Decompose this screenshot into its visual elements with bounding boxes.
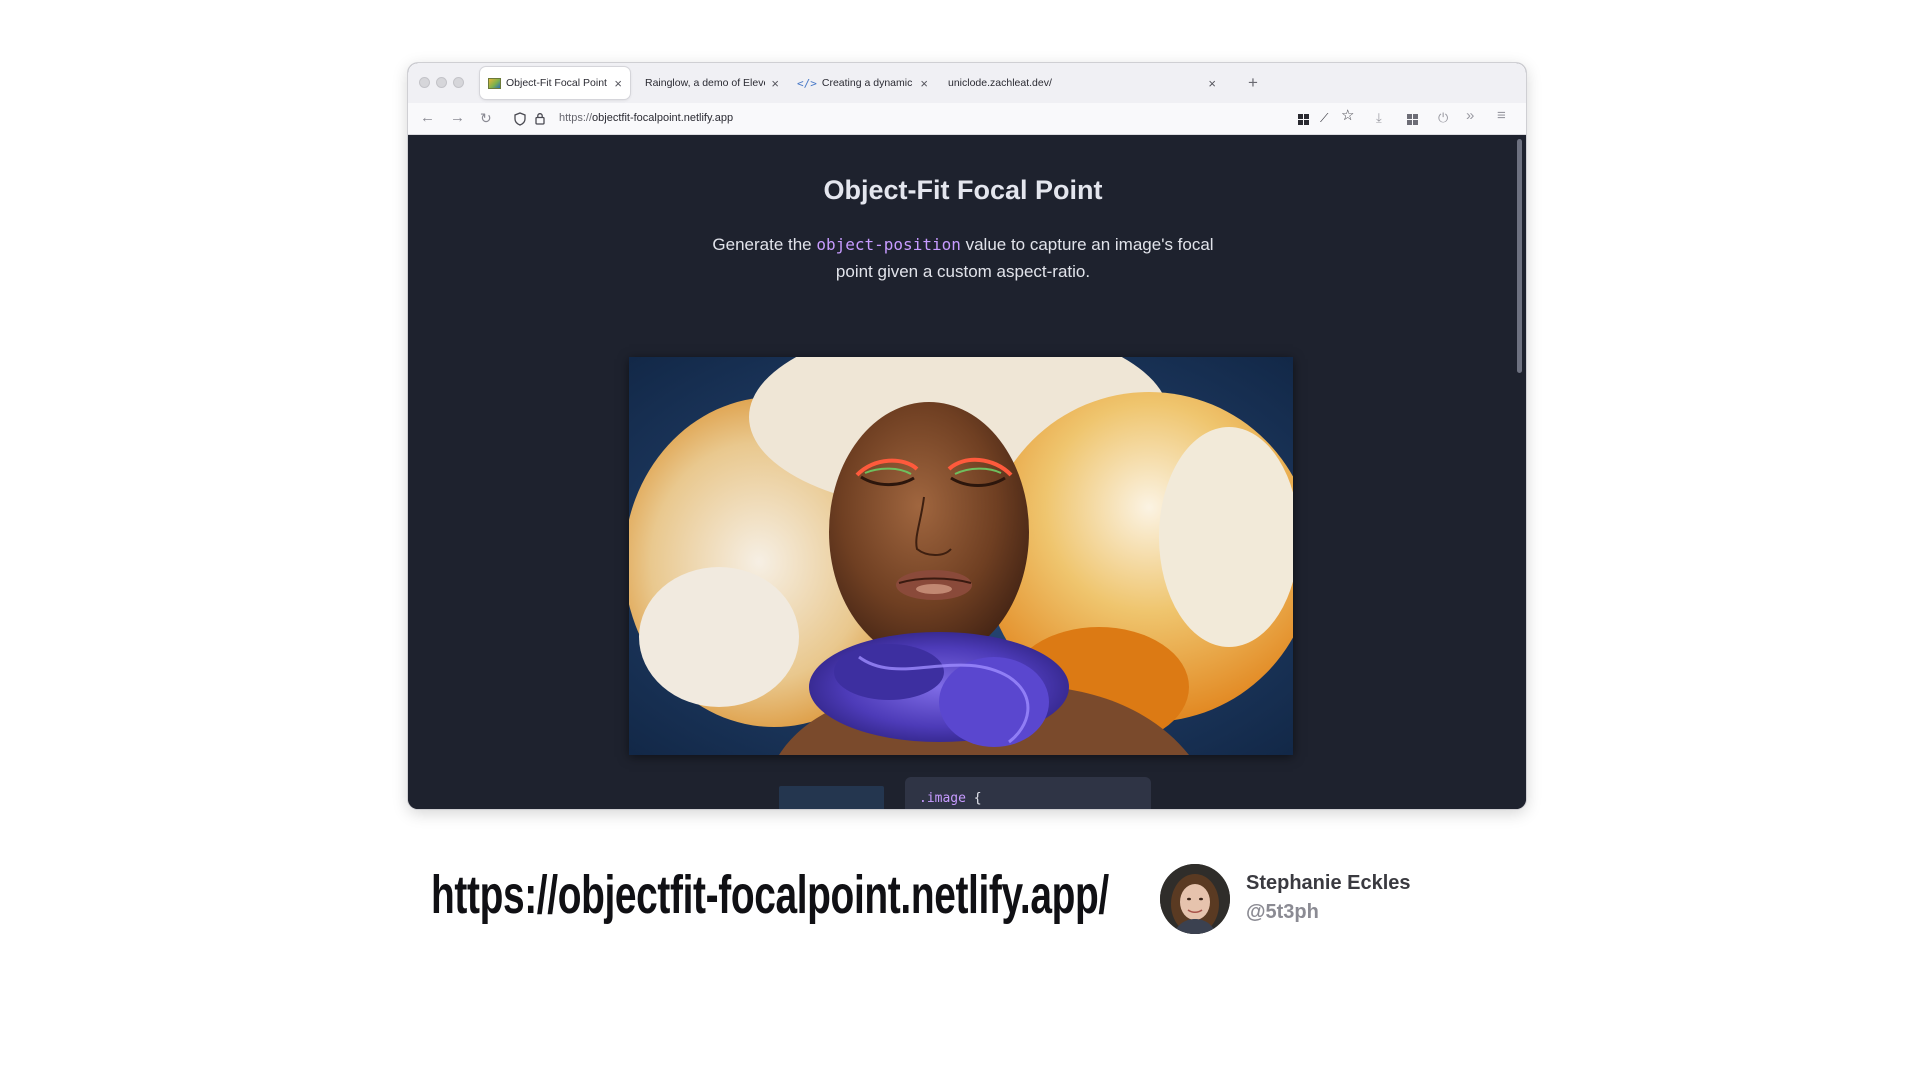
nav-toolbar: ← → ↻ https://objectfit-focalpoint.netli…: [408, 103, 1526, 135]
address-bar[interactable]: https://objectfit-focalpoint.netlify.app: [559, 112, 733, 124]
author-name: Stephanie Eckles: [1246, 872, 1411, 894]
new-tab-button[interactable]: +: [1248, 73, 1258, 93]
page-viewport: Object-Fit Focal Point Generate the obje…: [408, 135, 1526, 809]
power-icon[interactable]: ⏻: [1438, 110, 1448, 126]
extensions-grid-icon[interactable]: [1298, 114, 1309, 125]
tab-bar: Object-Fit Focal Point × Rainglow, a dem…: [408, 63, 1526, 103]
lock-icon[interactable]: [535, 112, 545, 125]
preview-thumbnail[interactable]: [779, 786, 884, 809]
author-photo: [1160, 864, 1230, 934]
author-handle: @5t3ph: [1246, 901, 1319, 923]
tab-object-fit-focal-point[interactable]: Object-Fit Focal Point ×: [480, 67, 630, 99]
zoom-window-button[interactable]: [453, 77, 464, 88]
reload-icon[interactable]: ↻: [480, 108, 492, 128]
tab-close-icon[interactable]: ×: [920, 76, 928, 91]
tab-close-icon[interactable]: ×: [771, 76, 779, 91]
css-selector: .image: [919, 791, 966, 806]
apps-grid-icon[interactable]: [1407, 114, 1418, 125]
css-output-card: .image {: [905, 777, 1151, 809]
tab-label: Object-Fit Focal Point: [506, 77, 607, 89]
menu-icon[interactable]: ≡: [1497, 108, 1506, 124]
tab-uniclode[interactable]: uniclode.zachleat.dev/ ×: [940, 67, 1224, 99]
slide-url-text: https://objectfit-focalpoint.netlify.app…: [431, 865, 1109, 925]
css-code-line: .image {: [919, 791, 982, 806]
url-host: objectfit-focalpoint.netlify.app: [592, 112, 734, 124]
minimize-window-button[interactable]: [436, 77, 447, 88]
subtitle-code: object-position: [816, 235, 961, 254]
shield-icon[interactable]: [514, 112, 526, 126]
download-icon[interactable]: ⤓: [1376, 110, 1382, 126]
tab-label: Creating a dynamic color conve: [821, 77, 915, 89]
subtitle-text-before: Generate the: [712, 235, 817, 254]
portrait-image[interactable]: [629, 357, 1293, 755]
close-window-button[interactable]: [419, 77, 430, 88]
tab-label: uniclode.zachleat.dev/: [948, 77, 1052, 89]
image-frame-icon: [488, 77, 501, 89]
tab-dynamic-color[interactable]: </> Creating a dynamic color conve ×: [789, 67, 936, 99]
page-scrollbar[interactable]: [1517, 139, 1522, 373]
eyedropper-icon[interactable]: ⟋: [1320, 110, 1328, 126]
tab-rainglow[interactable]: Rainglow, a demo of Eleventy Serve ×: [637, 67, 787, 99]
browser-window: Object-Fit Focal Point × Rainglow, a dem…: [408, 63, 1526, 809]
bookmark-star-icon[interactable]: ☆: [1341, 108, 1354, 124]
overflow-chevrons-icon[interactable]: »: [1466, 108, 1474, 124]
tab-close-icon[interactable]: ×: [614, 76, 622, 91]
tab-label: Rainglow, a demo of Eleventy Serve: [645, 77, 765, 89]
avatar: [1160, 864, 1230, 934]
page-subtitle: Generate the object-position value to ca…: [698, 231, 1228, 285]
back-icon[interactable]: ←: [420, 108, 435, 128]
code-icon: </>: [797, 76, 817, 90]
css-brace: {: [973, 791, 982, 806]
page-title: Object-Fit Focal Point: [823, 175, 1103, 205]
url-scheme: https://: [559, 112, 593, 124]
forward-icon[interactable]: →: [450, 108, 465, 128]
window-controls: [419, 77, 464, 88]
tab-close-icon[interactable]: ×: [1208, 76, 1216, 91]
